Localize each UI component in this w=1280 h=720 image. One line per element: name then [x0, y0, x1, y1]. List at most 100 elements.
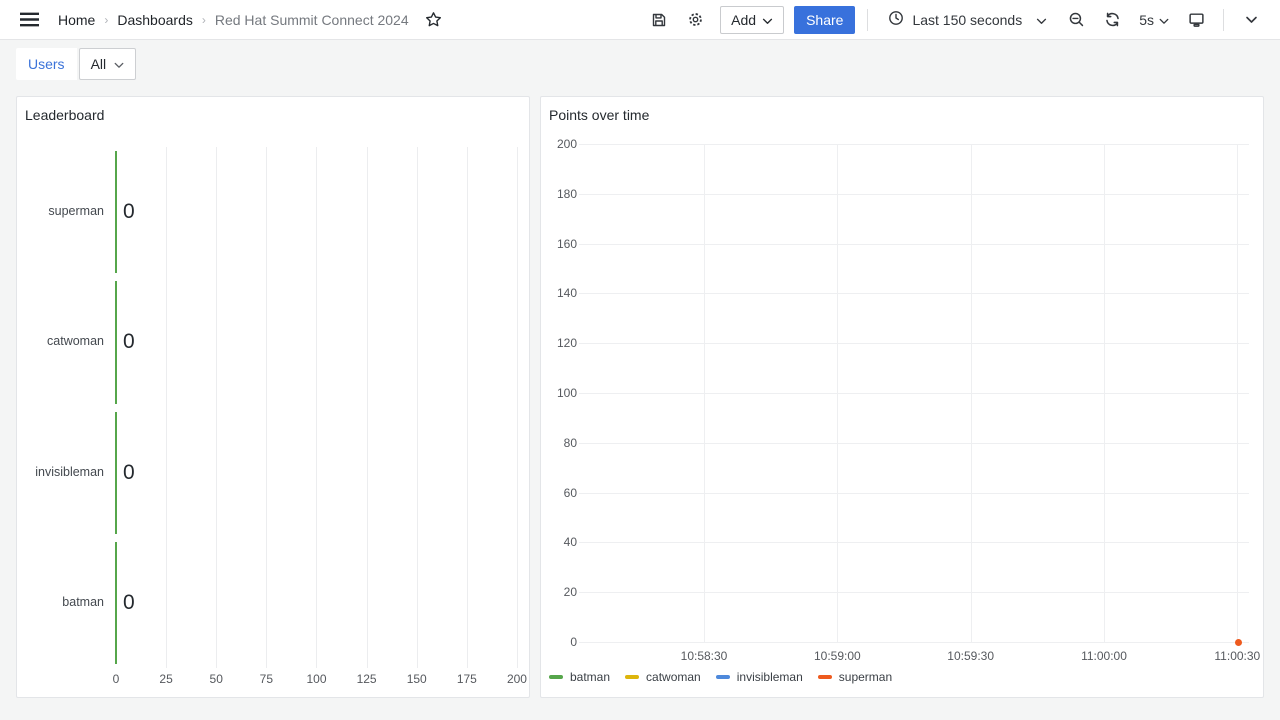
grid-line [579, 194, 1249, 195]
variable-users-dropdown[interactable]: All [79, 48, 137, 80]
legend-label: catwoman [646, 670, 701, 684]
bar[interactable] [115, 542, 117, 664]
share-button[interactable]: Share [794, 6, 855, 34]
menu-button[interactable] [14, 5, 44, 35]
x-tick-label: 175 [457, 672, 477, 686]
panel-title-leaderboard[interactable]: Leaderboard [25, 107, 104, 123]
tv-mode-button[interactable] [1181, 5, 1211, 35]
x-tick-label: 0 [113, 672, 120, 686]
legend-item[interactable]: catwoman [625, 670, 701, 684]
grid-line [579, 642, 1249, 643]
panel-header: Leaderboard [17, 97, 529, 133]
chevron-down-icon [1245, 16, 1258, 24]
y-tick-label: 100 [541, 386, 577, 400]
x-tick-label: 100 [306, 672, 326, 686]
panel-header: Points over time [541, 97, 1263, 133]
y-tick-label: 140 [541, 286, 577, 300]
add-button-label: Add [731, 12, 756, 28]
legend-swatch [716, 675, 730, 679]
legend-item[interactable]: invisibleman [716, 670, 803, 684]
grid-line [579, 443, 1249, 444]
grid-line [367, 147, 368, 668]
bar-value-label: 0 [123, 200, 135, 224]
data-point-dot [1235, 639, 1242, 646]
save-icon [651, 12, 667, 28]
add-dropdown-button[interactable]: Add [720, 6, 784, 34]
grid-line [266, 147, 267, 668]
top-nav-bar: Home › Dashboards › Red Hat Summit Conne… [0, 0, 1280, 40]
x-tick-label: 11:00:00 [1081, 649, 1127, 663]
y-tick-label: 200 [541, 137, 577, 151]
y-tick-label: 180 [541, 187, 577, 201]
legend-item[interactable]: batman [549, 670, 610, 684]
bar-category-label: catwoman [17, 334, 104, 348]
points-legend: batman catwoman invisibleman superman [549, 670, 892, 684]
grid-line [579, 592, 1249, 593]
leaderboard-category-labels: supermancatwomaninvisiblemanbatman [17, 147, 104, 668]
panel-title-points-over-time[interactable]: Points over time [549, 107, 649, 123]
y-tick-label: 0 [541, 635, 577, 649]
legend-label: batman [570, 670, 610, 684]
legend-swatch [818, 675, 832, 679]
grid-line [216, 147, 217, 668]
chevron-down-icon [1159, 12, 1169, 28]
legend-label: superman [839, 670, 892, 684]
refresh-dashboard-button[interactable] [1097, 5, 1127, 35]
variable-users-label: Users [16, 48, 77, 80]
grid-line [166, 147, 167, 668]
dashboard-grid: Leaderboard superman catwoman invisibleman… [0, 88, 1280, 720]
clock-icon [888, 10, 904, 29]
monitor-icon [1188, 11, 1205, 28]
bar[interactable] [115, 412, 117, 534]
toolbar-divider [867, 9, 868, 31]
panel-points-over-time: Points over time 02040608010012014016018… [540, 96, 1264, 698]
breadcrumb-current-dashboard: Red Hat Summit Connect 2024 [215, 12, 409, 28]
x-tick-label: 75 [260, 672, 273, 686]
bar[interactable] [115, 151, 117, 273]
x-tick-label: 150 [407, 672, 427, 686]
toolbar-divider [1223, 9, 1224, 31]
grid-line [1237, 144, 1238, 642]
grid-line [579, 144, 1249, 145]
x-tick-label: 10:59:00 [814, 649, 861, 663]
bar-value-label: 0 [123, 461, 135, 485]
time-range-picker[interactable]: Last 150 seconds [880, 5, 1055, 35]
bar-value-label: 0 [123, 330, 135, 354]
refresh-interval-dropdown[interactable]: 5s [1133, 5, 1175, 35]
y-tick-label: 80 [541, 436, 577, 450]
y-tick-label: 20 [541, 585, 577, 599]
bar-category-label: invisibleman [17, 465, 104, 479]
grid-line [579, 542, 1249, 543]
grid-line [316, 147, 317, 668]
grid-line [837, 144, 838, 642]
gear-icon [687, 11, 704, 28]
favorite-star-button[interactable] [419, 5, 449, 35]
bar[interactable] [115, 281, 117, 403]
leaderboard-x-axis: 0255075100125150175200 [116, 672, 529, 688]
breadcrumb-dashboards[interactable]: Dashboards [117, 12, 193, 28]
legend-item[interactable]: superman [818, 670, 892, 684]
breadcrumb-separator: › [104, 13, 108, 27]
x-tick-label: 125 [357, 672, 377, 686]
zoom-out-time-button[interactable] [1061, 5, 1091, 35]
y-tick-label: 40 [541, 535, 577, 549]
chevron-down-icon [762, 12, 773, 28]
time-range-label: Last 150 seconds [912, 12, 1022, 28]
grid-line [517, 147, 518, 668]
bar-category-label: superman [17, 204, 104, 218]
dashboard-settings-button[interactable] [680, 5, 710, 35]
y-tick-label: 60 [541, 486, 577, 500]
grid-line [579, 293, 1249, 294]
breadcrumb-home[interactable]: Home [58, 12, 95, 28]
toolbar-collapse-button[interactable] [1236, 5, 1266, 35]
x-tick-label: 25 [159, 672, 172, 686]
star-icon [425, 11, 442, 28]
chevron-down-icon [1036, 12, 1047, 28]
leaderboard-plot-area: 0 0 0 0 [116, 147, 529, 668]
save-dashboard-button[interactable] [644, 5, 674, 35]
x-tick-label: 11:00:30 [1214, 649, 1260, 663]
bar-value-label: 0 [123, 591, 135, 615]
panel-leaderboard: Leaderboard superman catwoman invisibleman… [16, 96, 530, 698]
grid-line [579, 393, 1249, 394]
x-tick-label: 10:59:30 [947, 649, 994, 663]
